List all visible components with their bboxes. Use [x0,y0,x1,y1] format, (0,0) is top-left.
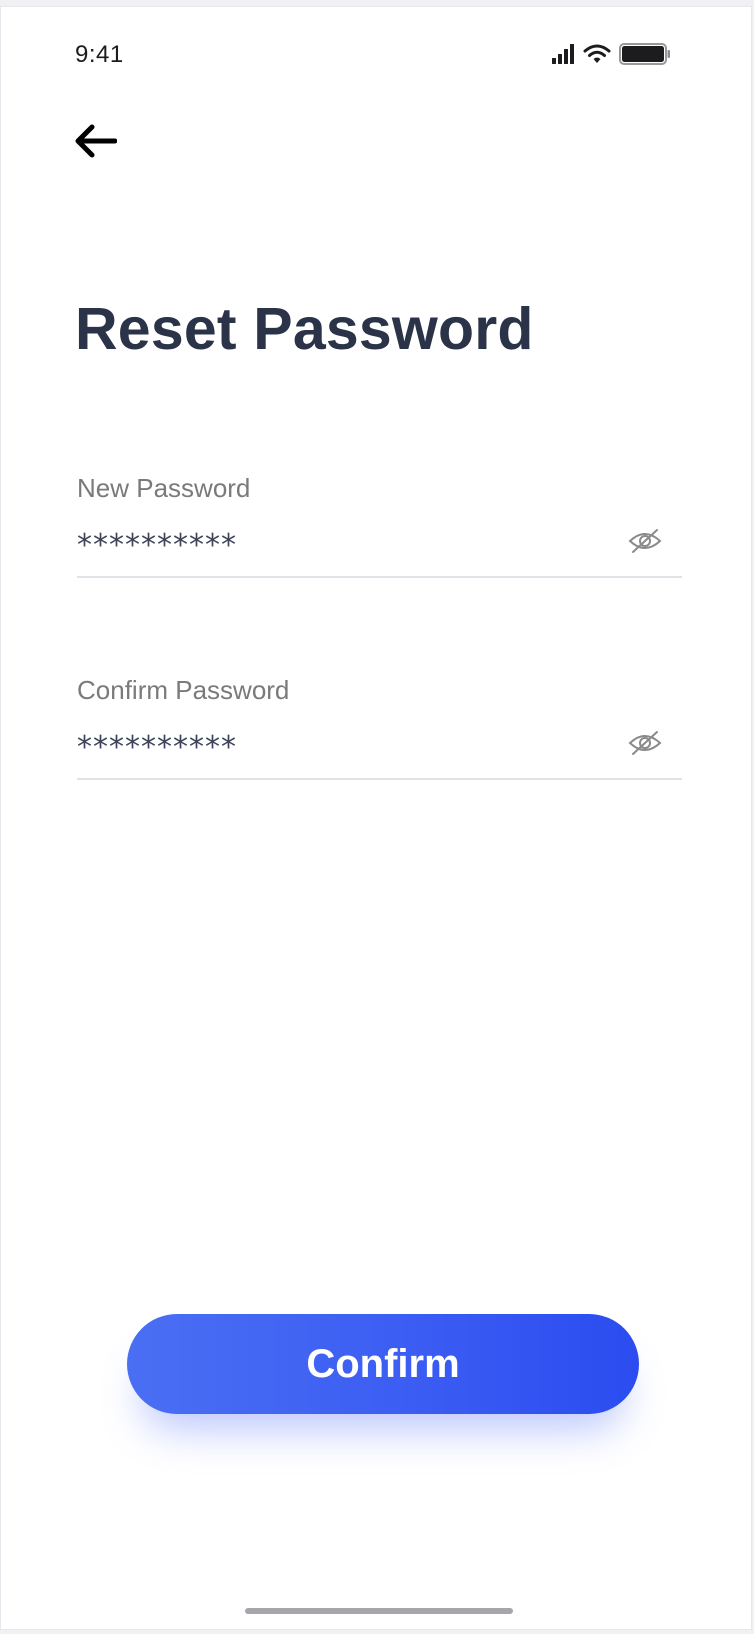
confirm-button[interactable]: Confirm [127,1314,639,1414]
eye-off-icon[interactable] [628,527,662,555]
eye-off-icon[interactable] [628,729,662,757]
status-time: 9:41 [75,41,124,68]
new-password-label: New Password [77,473,251,503]
confirm-password-input[interactable] [77,727,597,767]
battery-icon [619,43,671,65]
new-password-underline [77,576,682,578]
home-indicator [245,1608,513,1614]
cellular-signal-icon [551,44,575,64]
arrow-left-icon [73,123,118,164]
status-bar: 9:41 [1,7,751,107]
confirm-password-underline [77,778,682,780]
wifi-icon [583,44,611,64]
confirm-password-field: Confirm Password [77,675,682,795]
page-title: Reset Password [75,296,534,362]
phone-screen: 9:41 Reset Password New Password *******… [0,6,752,1630]
back-button[interactable] [69,119,121,167]
new-password-input[interactable] [77,525,597,565]
new-password-field: New Password [77,473,682,593]
status-icons [551,43,671,65]
confirm-password-label: Confirm Password [77,675,290,705]
